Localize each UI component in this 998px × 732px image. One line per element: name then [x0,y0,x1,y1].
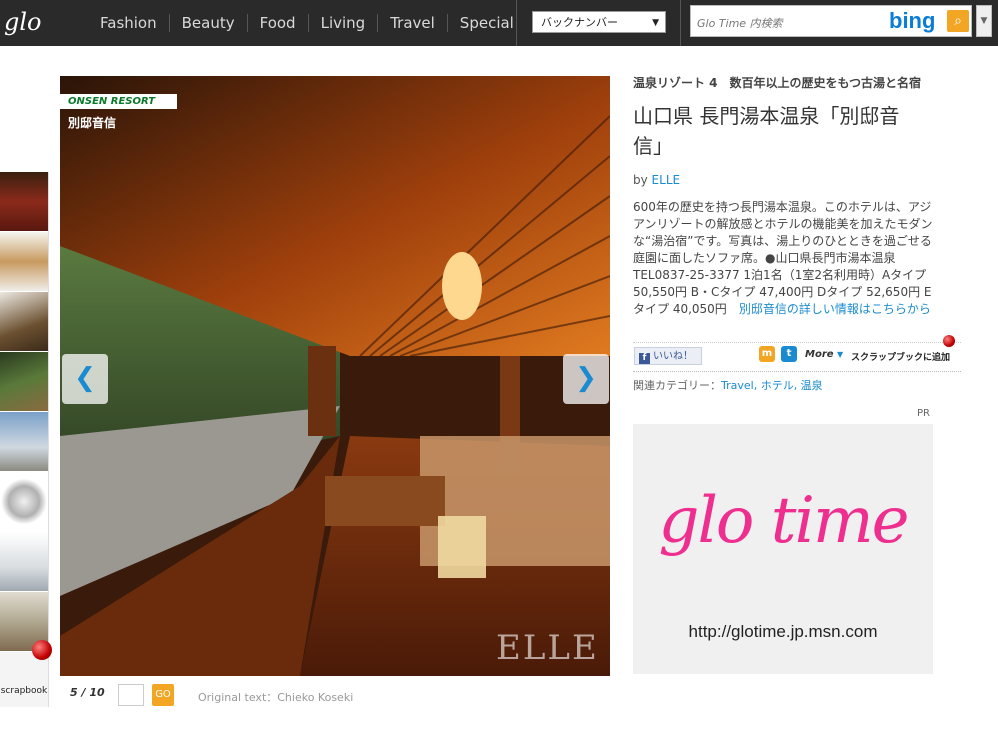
social-share-bar: f いいね！ m t More ▼ スクラップブックに追加 [633,335,961,372]
twitter-icon[interactable]: t [781,346,797,362]
glotime-ad-banner[interactable]: glo time http://glotime.jp.msn.com [633,424,933,674]
top-navigation-bar: glo time Fashion Beauty Food Living Trav… [0,0,998,72]
next-photo-button[interactable]: ❯ [563,354,609,404]
mixi-icon[interactable]: m [759,346,775,362]
article-kicker: 温泉リゾート 4 数百年以上の歴史をもつ古湯と名宿 [633,76,922,90]
page-number-input[interactable] [118,684,144,706]
nav-living[interactable]: Living [307,14,378,32]
facebook-icon: f [639,353,650,364]
nav-special[interactable]: Special [446,14,526,32]
nav-beauty[interactable]: Beauty [168,14,247,32]
thumbnail-2[interactable] [0,232,48,292]
ad-logo: glo time [658,484,909,558]
thumbnail-1[interactable] [0,172,48,232]
more-label: More [805,349,834,360]
caret-down-icon: ▼ [837,350,844,359]
article-body-text: 600年の歴史を持つ長門湯本温泉。このホテルは、アジアンリゾートの解放感とホテル… [633,200,933,316]
search-box[interactable]: Glo Time 内検索 bing ⌕ [690,5,972,37]
dropdown-arrow-icon: ▼ [652,18,659,28]
original-text-credit: Original text：Chieko Koseki [198,691,354,704]
pin-icon [943,335,955,347]
search-options-chevron-icon[interactable]: ▼ [976,5,992,37]
thumbnail-5[interactable] [0,412,48,472]
prev-photo-button[interactable]: ❮ [62,354,108,404]
thumbnail-3[interactable] [0,292,48,352]
bing-logo: bing [889,8,936,33]
gallery-photo [60,76,610,676]
article-headline: 山口県 長門湯本温泉「別邸音信」 [633,104,900,158]
photo-category-tag: ONSEN RESORT [60,94,177,109]
thumbnail-4[interactable] [0,352,48,412]
nav-food[interactable]: Food [246,14,308,32]
search-button[interactable]: ⌕ [947,10,969,32]
thumbnail-7[interactable] [0,532,48,592]
thumbnail-6[interactable] [0,472,48,532]
scrapbook-pin-icon [32,640,52,660]
author-link[interactable]: ELLE [652,173,681,187]
photo-subtitle: 別邸音信 [68,116,117,130]
by-label: by [633,173,652,187]
chevron-right-icon: ❯ [575,363,597,393]
article-byline: by ELLE [633,173,963,187]
facebook-like-button[interactable]: f いいね！ [634,347,702,365]
onsen-terrace-photo [60,76,610,676]
search-input[interactable]: Glo Time 内検索 [697,15,783,31]
more-share-button[interactable]: More ▼ [805,349,843,360]
scrapbook-link[interactable]: scrapbook [0,686,48,696]
main-nav: Fashion Beauty Food Living Travel Specia… [88,0,526,46]
glotime-logo[interactable]: glo time [4,4,84,72]
page-go-button[interactable]: GO [152,684,174,706]
back-numbers-label: バックナンバー [541,16,618,29]
pr-label: PR [917,408,930,419]
article-panel: 温泉リゾート 4 数百年以上の歴史をもつ古湯と名宿 山口県 長門湯本温泉「別邸音… [633,70,963,318]
article-body: 600年の歴史を持つ長門湯本温泉。このホテルは、アジアンリゾートの解放感とホテル… [633,199,943,318]
gallery-thumbnail-strip [0,172,49,707]
page-indicator: 5 / 10 [70,686,105,699]
nav-travel[interactable]: Travel [377,14,447,32]
nav-divider [516,0,517,46]
related-categories: 関連カテゴリー：Travel, ホテル, 温泉 [633,377,823,393]
related-label: 関連カテゴリー： [633,379,721,392]
nav-fashion[interactable]: Fashion [88,14,169,32]
add-to-scrapbook-button[interactable]: スクラップブックに追加 [851,350,950,363]
chevron-left-icon: ❮ [74,363,96,393]
nav-divider [680,0,681,46]
ad-url: http://glotime.jp.msn.com [688,622,878,641]
details-link[interactable]: 別邸音信の詳しい情報はこちらから [739,302,931,316]
back-numbers-dropdown[interactable]: バックナンバー ▼ [532,11,666,33]
like-label: いいね！ [653,351,693,362]
related-category-links[interactable]: Travel, ホテル, 温泉 [721,379,823,392]
elle-watermark: ELLE [496,628,599,668]
